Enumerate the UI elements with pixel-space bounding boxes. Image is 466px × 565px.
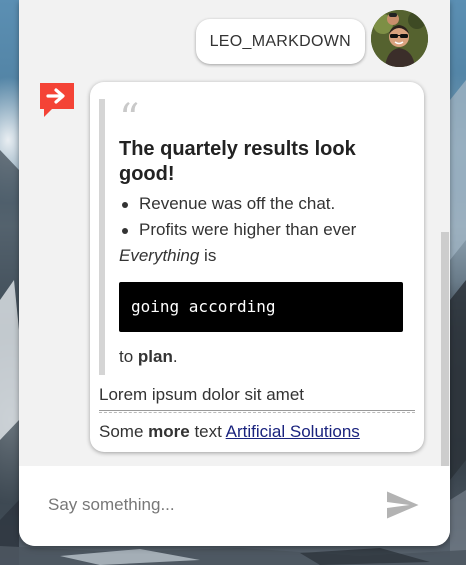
- message-input[interactable]: [48, 490, 368, 520]
- send-icon[interactable]: [384, 487, 420, 523]
- chat-panel: LEO_MARKDOWN “ The quartely results look…: [19, 0, 450, 546]
- lorem-text: Lorem ipsum dolor sit amet: [99, 385, 305, 404]
- quote-heading: The quartely results look good!: [119, 138, 356, 185]
- user-avatar: [371, 10, 428, 67]
- plan-line: to plan.: [119, 344, 403, 370]
- bot-avatar: [38, 81, 76, 119]
- input-bar: [19, 466, 450, 546]
- user-message-bubble: LEO_MARKDOWN: [195, 19, 365, 64]
- list-item: Revenue was off the chat.: [119, 191, 403, 217]
- bot-message-bubble: “ The quartely results look good! Revenu…: [90, 82, 424, 452]
- plan-suffix: .: [172, 347, 178, 366]
- list-item: Profits were higher than ever: [119, 217, 403, 243]
- italic-suffix: is: [199, 246, 217, 265]
- quote-mark-icon: “: [119, 96, 140, 142]
- plan-prefix: to: [119, 347, 138, 366]
- scrollbar-track[interactable]: [440, 0, 450, 466]
- user-avatar-photo: [371, 10, 428, 67]
- footer-text: Some more text Artificial Solutions: [99, 419, 415, 445]
- send-button[interactable]: [384, 487, 420, 523]
- artificial-solutions-link[interactable]: Artificial Solutions: [226, 422, 360, 441]
- footer-prefix: Some: [99, 422, 149, 441]
- bullet-list: Revenue was off the chat. Profits were h…: [119, 191, 403, 243]
- footer-middle: text: [189, 422, 226, 441]
- user-message-row: LEO_MARKDOWN: [195, 10, 428, 67]
- blockquote: “ The quartely results look good! Revenu…: [99, 99, 415, 375]
- footer-bold: more: [148, 422, 190, 441]
- code-block: going according: [119, 282, 403, 332]
- scrollbar-thumb[interactable]: [441, 232, 449, 466]
- plan-bold: plan: [137, 347, 173, 366]
- chat-arrow-icon: [40, 83, 74, 117]
- italic-line: Everything is: [119, 243, 403, 269]
- italic-word: Everything: [119, 246, 200, 265]
- divider: [99, 410, 415, 413]
